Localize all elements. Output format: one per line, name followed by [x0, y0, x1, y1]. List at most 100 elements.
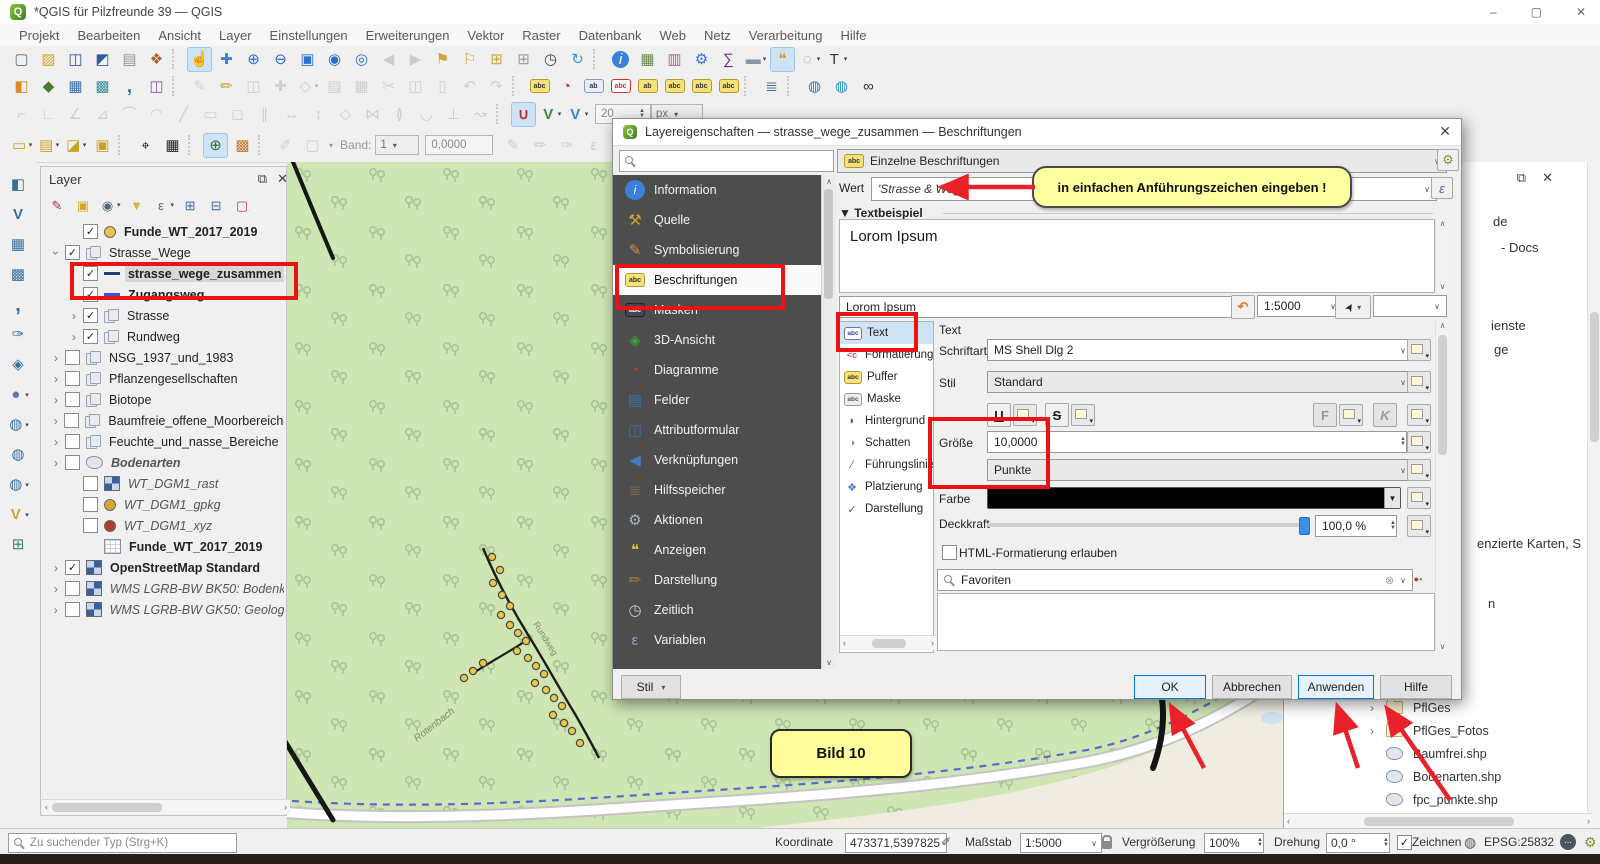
menu-item[interactable]: Projekt: [10, 28, 68, 43]
adv-digitizing-perp2-icon[interactable]: ⊥: [441, 102, 466, 127]
band-combo[interactable]: 1▾: [375, 135, 419, 155]
expander-icon[interactable]: [50, 456, 62, 470]
vertex-tool-icon[interactable]: ◇ ▾: [295, 74, 320, 99]
browser-item[interactable]: Baumfrei.shp: [1366, 742, 1586, 765]
tab-text[interactable]: abc Text: [840, 322, 933, 344]
layer-tree-item[interactable]: OpenStreetMap Standard: [42, 557, 284, 578]
automated-placement-button[interactable]: ⚙: [1437, 149, 1459, 171]
sidebar-item-3d-ansicht[interactable]: ◈ 3D-Ansicht: [613, 325, 835, 355]
abbrechen-button[interactable]: Abbrechen: [1212, 675, 1292, 699]
dropdown-arrow-icon[interactable]: ▾: [56, 141, 60, 149]
layer-tree-item[interactable]: Funde_WT_2017_2019: [42, 221, 284, 242]
layer-tree-item[interactable]: WMS LGRB-BW BK50: Bodenk: [42, 578, 284, 599]
adv-digitizing-parallel-icon[interactable]: ∥: [252, 102, 277, 127]
panel-close-icon[interactable]: ✕: [1542, 170, 1553, 186]
add-group-icon[interactable]: ▣: [72, 194, 94, 216]
dropdown-arrow-icon[interactable]: ▾: [817, 55, 821, 63]
menu-item[interactable]: Einstellungen: [261, 28, 357, 43]
dropdown-arrow-icon[interactable]: ▾: [763, 55, 767, 63]
menu-item[interactable]: Verarbeitung: [740, 28, 832, 43]
content-scrollbar[interactable]: ∧ ∨: [1435, 321, 1449, 651]
tab-darstellung[interactable]: ✓ Darstellung: [840, 498, 933, 520]
deckkraft-spinbox[interactable]: 100,0 %▲▼: [1315, 515, 1397, 537]
redo-icon[interactable]: ↷: [484, 74, 509, 99]
data-defined-override-icon[interactable]: [1071, 404, 1095, 426]
panel-float-icon[interactable]: ⧉: [1517, 170, 1526, 186]
raster-color-swatch-icon[interactable]: ▢: [300, 133, 325, 158]
adv-digitizing-perp-icon[interactable]: ∠: [63, 102, 88, 127]
metasearch-icon[interactable]: ◍: [802, 74, 827, 99]
expander-icon[interactable]: [50, 582, 62, 596]
strikeout-button[interactable]: S: [1045, 403, 1069, 427]
copy-features-icon[interactable]: ◫: [403, 74, 428, 99]
modify-attributes-icon[interactable]: ▤: [322, 74, 347, 99]
right-panel-scrollbar[interactable]: [1587, 162, 1600, 828]
deselect-features-icon[interactable]: ◪ ▾: [63, 133, 88, 158]
epsg-label[interactable]: EPSG:25832: [1484, 833, 1554, 851]
adv-digitizing-square-icon[interactable]: ◻: [225, 102, 250, 127]
add-mesh-layer-icon[interactable]: ▩: [90, 74, 115, 99]
visibility-checkbox[interactable]: [65, 602, 80, 617]
new-map-view-icon[interactable]: ⊞: [484, 47, 509, 72]
data-defined-override-icon[interactable]: [1407, 404, 1431, 426]
messages-icon[interactable]: ⋯: [1560, 833, 1576, 851]
visibility-checkbox[interactable]: [83, 287, 98, 302]
attribute-table-icon[interactable]: ▦: [635, 47, 660, 72]
style-presets-area[interactable]: [937, 593, 1435, 651]
expander-icon[interactable]: [50, 603, 62, 617]
adv-digitizing-angle-icon[interactable]: ∟: [36, 102, 61, 127]
tab-list-hscrollbar[interactable]: ‹›: [840, 635, 937, 650]
crs-globe-icon[interactable]: ◍: [1464, 833, 1476, 851]
dropdown-arrow-icon[interactable]: ▾: [83, 141, 87, 149]
band-value-box[interactable]: 0,0000: [425, 135, 493, 155]
sidebar-item-anzeigen[interactable]: ❝ Anzeigen: [613, 535, 835, 565]
new-print-layout-icon[interactable]: ▤: [117, 47, 142, 72]
map-tips-icon[interactable]: ❝: [770, 47, 795, 72]
new-project-icon[interactable]: ▢: [9, 47, 34, 72]
menu-item[interactable]: Raster: [513, 28, 569, 43]
zoom-next-icon[interactable]: ▶: [403, 47, 428, 72]
visibility-checkbox[interactable]: [65, 581, 80, 596]
raster-eyedropper-icon[interactable]: ✐: [273, 133, 298, 158]
dropdown-arrow-icon[interactable]: ▾: [844, 55, 848, 63]
dropdown-arrow-icon[interactable]: ▾: [315, 82, 319, 90]
expander-icon[interactable]: [50, 372, 62, 386]
zoom-full-icon[interactable]: ▣: [295, 47, 320, 72]
new-3d-map-view-icon[interactable]: ⊞: [511, 47, 536, 72]
toggle-editing-icon[interactable]: ✏: [214, 74, 239, 99]
add-vector-layer-icon[interactable]: V: [6, 202, 31, 227]
zoom-to-layer-icon[interactable]: ◎: [349, 47, 374, 72]
save-layer-edits-icon[interactable]: ◫: [241, 74, 266, 99]
web-service-icon[interactable]: ◍: [829, 74, 854, 99]
reset-sample-button[interactable]: ↶: [1231, 295, 1255, 319]
adv-digitizing-arc-icon[interactable]: ⌒: [117, 102, 142, 127]
adv-digitizing-rect-icon[interactable]: ▭: [198, 102, 223, 127]
rotate-label-icon[interactable]: abc: [662, 74, 687, 99]
sample-text-input[interactable]: Lorom Ipsum: [839, 296, 1239, 318]
groesse-unit-combo[interactable]: Punkte∨: [987, 459, 1413, 481]
expander-icon[interactable]: [68, 330, 80, 344]
sidebar-item-hilfsspeicher[interactable]: ≣ Hilfsspeicher: [613, 475, 835, 505]
lock-scale-icon[interactable]: [1102, 833, 1112, 851]
vergroesserung-spinbox[interactable]: 100%▲▼: [1204, 833, 1264, 853]
layer-tree-item[interactable]: Strasse: [42, 305, 284, 326]
zeichnen-checkbox[interactable]: [1397, 835, 1412, 850]
italic-button[interactable]: K: [1373, 403, 1397, 427]
sidebar-item-masken[interactable]: abc Masken: [613, 295, 835, 325]
data-defined-override-icon[interactable]: [1407, 339, 1431, 361]
undo-icon[interactable]: ↶: [457, 74, 482, 99]
delete-selected-icon[interactable]: ▦: [349, 74, 374, 99]
layer-tree-item[interactable]: Pflanzengesellschaften: [42, 368, 284, 389]
dropdown-arrow-icon[interactable]: ▾: [117, 201, 121, 209]
sidebar-item-quelle[interactable]: ⚒ Quelle: [613, 205, 835, 235]
anwenden-button[interactable]: Anwenden: [1298, 675, 1374, 699]
new-table-icon[interactable]: ⊞: [6, 532, 31, 557]
sample-background-combo[interactable]: ∨: [1373, 295, 1447, 317]
annotation-icon[interactable]: ◌ ▾: [797, 47, 822, 72]
layer-tree-item[interactable]: WMS LGRB-BW GK50: Geologi: [42, 599, 284, 620]
raster-stretch-local-icon[interactable]: ✏: [527, 133, 552, 158]
dropdown-arrow-icon[interactable]: ▾: [25, 391, 29, 399]
add-wcs-layer-icon[interactable]: ◍: [6, 442, 31, 467]
adv-digitizing-curve-icon[interactable]: ◠: [144, 102, 169, 127]
statistics-icon[interactable]: ∑: [716, 47, 741, 72]
